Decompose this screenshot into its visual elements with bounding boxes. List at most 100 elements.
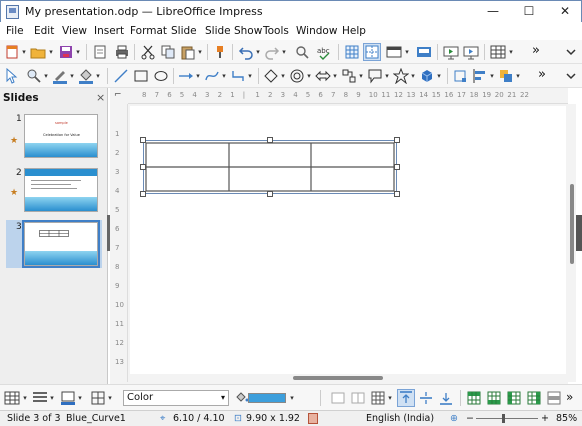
resize-handle[interactable] xyxy=(267,137,273,143)
master-slide-name[interactable]: Blue_Curve1 xyxy=(66,413,126,424)
line-color-dropdown-icon[interactable]: ▾ xyxy=(68,70,76,82)
ellipse-icon[interactable] xyxy=(153,68,169,84)
borders-icon[interactable] xyxy=(90,390,106,406)
border-style-icon[interactable] xyxy=(32,390,48,406)
rotate-icon[interactable] xyxy=(452,68,468,84)
align-objects-icon[interactable] xyxy=(472,68,488,84)
menu-slide-show[interactable]: Slide Show xyxy=(205,25,262,37)
optimize-dropdown-icon[interactable]: ▾ xyxy=(386,392,394,404)
open-dropdown-icon[interactable]: ▾ xyxy=(47,46,55,58)
zoom-in-button[interactable]: + xyxy=(541,413,549,424)
menu-insert[interactable]: Insert xyxy=(94,25,124,37)
sidebar-collapse-grip[interactable] xyxy=(576,215,582,251)
zoom-out-button[interactable]: − xyxy=(466,413,474,424)
resize-handle[interactable] xyxy=(140,191,146,197)
export-pdf-icon[interactable] xyxy=(92,44,108,60)
resize-handle[interactable] xyxy=(140,164,146,170)
insert-table-dropdown-icon[interactable]: ▾ xyxy=(507,46,515,58)
rectangle-icon[interactable] xyxy=(133,68,149,84)
select-arrow-icon[interactable] xyxy=(4,68,20,84)
arrange-icon[interactable] xyxy=(498,68,514,84)
zoom-slider-knob[interactable] xyxy=(502,414,506,423)
zoom-pan-icon[interactable] xyxy=(26,68,42,84)
vertical-ruler[interactable]: 1 2 3 4 5 6 7 8 9 10 11 12 13 xyxy=(110,104,128,382)
toolbar-overflow-button[interactable]: » xyxy=(532,43,540,58)
lines-arrows-dropdown-icon[interactable]: ▾ xyxy=(194,70,202,82)
center-vertically-icon[interactable] xyxy=(418,390,434,406)
menu-file[interactable]: File xyxy=(6,25,24,37)
redo-icon[interactable] xyxy=(264,44,280,60)
slide-thumbnail-3[interactable] xyxy=(22,220,100,268)
callout-icon[interactable] xyxy=(367,68,383,84)
display-views-dropdown-icon[interactable]: ▾ xyxy=(403,46,411,58)
menu-tools[interactable]: Tools xyxy=(263,25,289,37)
basic-shapes-dropdown-icon[interactable]: ▾ xyxy=(279,70,287,82)
area-style-select[interactable]: Color ▾ xyxy=(123,390,229,406)
paste-icon[interactable] xyxy=(180,44,196,60)
merge-cells-icon[interactable] xyxy=(330,390,346,406)
insert-table-icon[interactable] xyxy=(490,44,506,60)
open-folder-icon[interactable] xyxy=(30,44,46,60)
fill-color-dropdown-icon[interactable]: ▾ xyxy=(94,70,102,82)
resize-handle[interactable] xyxy=(394,137,400,143)
horizontal-scrollbar[interactable] xyxy=(128,374,568,382)
flowchart-icon[interactable] xyxy=(341,68,357,84)
slide-thumbnail-2[interactable] xyxy=(24,168,98,212)
arrange-dropdown-icon[interactable]: ▾ xyxy=(514,70,522,82)
save-icon[interactable] xyxy=(58,44,74,60)
menu-view[interactable]: View xyxy=(62,25,87,37)
helplines-icon[interactable] xyxy=(363,43,381,61)
fit-slide-icon[interactable]: ⊕ xyxy=(450,413,458,424)
copy-icon[interactable] xyxy=(160,44,176,60)
menu-help[interactable]: Help xyxy=(342,25,366,37)
document-modified-icon[interactable] xyxy=(308,413,318,424)
close-slides-pane-button[interactable]: × xyxy=(96,91,105,104)
master-slide-icon[interactable] xyxy=(416,44,432,60)
menu-window[interactable]: Window xyxy=(296,25,337,37)
undo-icon[interactable] xyxy=(238,44,254,60)
align-bottom-icon[interactable] xyxy=(438,390,454,406)
resize-handle[interactable] xyxy=(140,137,146,143)
border-color-dropdown-icon[interactable]: ▾ xyxy=(76,392,84,404)
table-icon[interactable] xyxy=(4,390,20,406)
language-text[interactable]: English (India) xyxy=(366,413,434,424)
slide-canvas[interactable] xyxy=(130,106,566,378)
spelling-icon[interactable]: abc xyxy=(316,44,332,60)
close-window-button[interactable]: ✕ xyxy=(547,1,582,21)
menu-slide[interactable]: Slide xyxy=(171,25,197,37)
slide-thumbnail-1[interactable]: sample Celebration for Value xyxy=(24,114,98,158)
curves-polygons-icon[interactable] xyxy=(204,68,220,84)
resize-handle[interactable] xyxy=(267,191,273,197)
horizontal-scroll-thumb[interactable] xyxy=(293,376,383,380)
chevron-down-icon[interactable] xyxy=(563,68,579,84)
vertical-scroll-thumb[interactable] xyxy=(570,184,574,264)
connectors-dropdown-icon[interactable]: ▾ xyxy=(246,70,254,82)
start-current-slide-icon[interactable] xyxy=(463,44,479,60)
new-document-icon[interactable] xyxy=(4,44,20,60)
resize-handle[interactable] xyxy=(394,164,400,170)
start-first-slide-icon[interactable] xyxy=(443,44,459,60)
fill-color-swatch[interactable] xyxy=(248,393,286,403)
fill-color-dropdown-icon[interactable]: ▾ xyxy=(288,392,296,404)
print-icon[interactable] xyxy=(114,44,130,60)
cut-icon[interactable] xyxy=(140,44,156,60)
maximize-button[interactable]: ☐ xyxy=(511,1,547,21)
optimize-table-icon[interactable] xyxy=(370,390,386,406)
symbol-shapes-icon[interactable] xyxy=(289,68,305,84)
3d-objects-icon[interactable] xyxy=(419,68,435,84)
grid-icon[interactable] xyxy=(344,44,360,60)
zoom-dropdown-icon[interactable]: ▾ xyxy=(42,70,50,82)
curves-dropdown-icon[interactable]: ▾ xyxy=(220,70,228,82)
zoom-level-text[interactable]: 85% xyxy=(556,413,577,424)
3d-objects-dropdown-icon[interactable]: ▾ xyxy=(435,70,443,82)
fill-color-icon[interactable] xyxy=(78,68,94,84)
line-color-icon[interactable] xyxy=(52,68,68,84)
undo-dropdown-icon[interactable]: ▾ xyxy=(254,46,262,58)
flowchart-dropdown-icon[interactable]: ▾ xyxy=(357,70,365,82)
new-dropdown-icon[interactable]: ▾ xyxy=(20,46,28,58)
paste-dropdown-icon[interactable]: ▾ xyxy=(196,46,204,58)
display-views-icon[interactable] xyxy=(386,44,402,60)
horizontal-ruler[interactable]: 8 7 6 5 4 3 2 1 | 1 2 3 4 5 6 7 8 9 10 11 12 13 14 15 16 17 18 19 20… xyxy=(128,88,568,104)
insert-row-above-icon[interactable] xyxy=(466,390,482,406)
borders-dropdown-icon[interactable]: ▾ xyxy=(106,392,114,404)
